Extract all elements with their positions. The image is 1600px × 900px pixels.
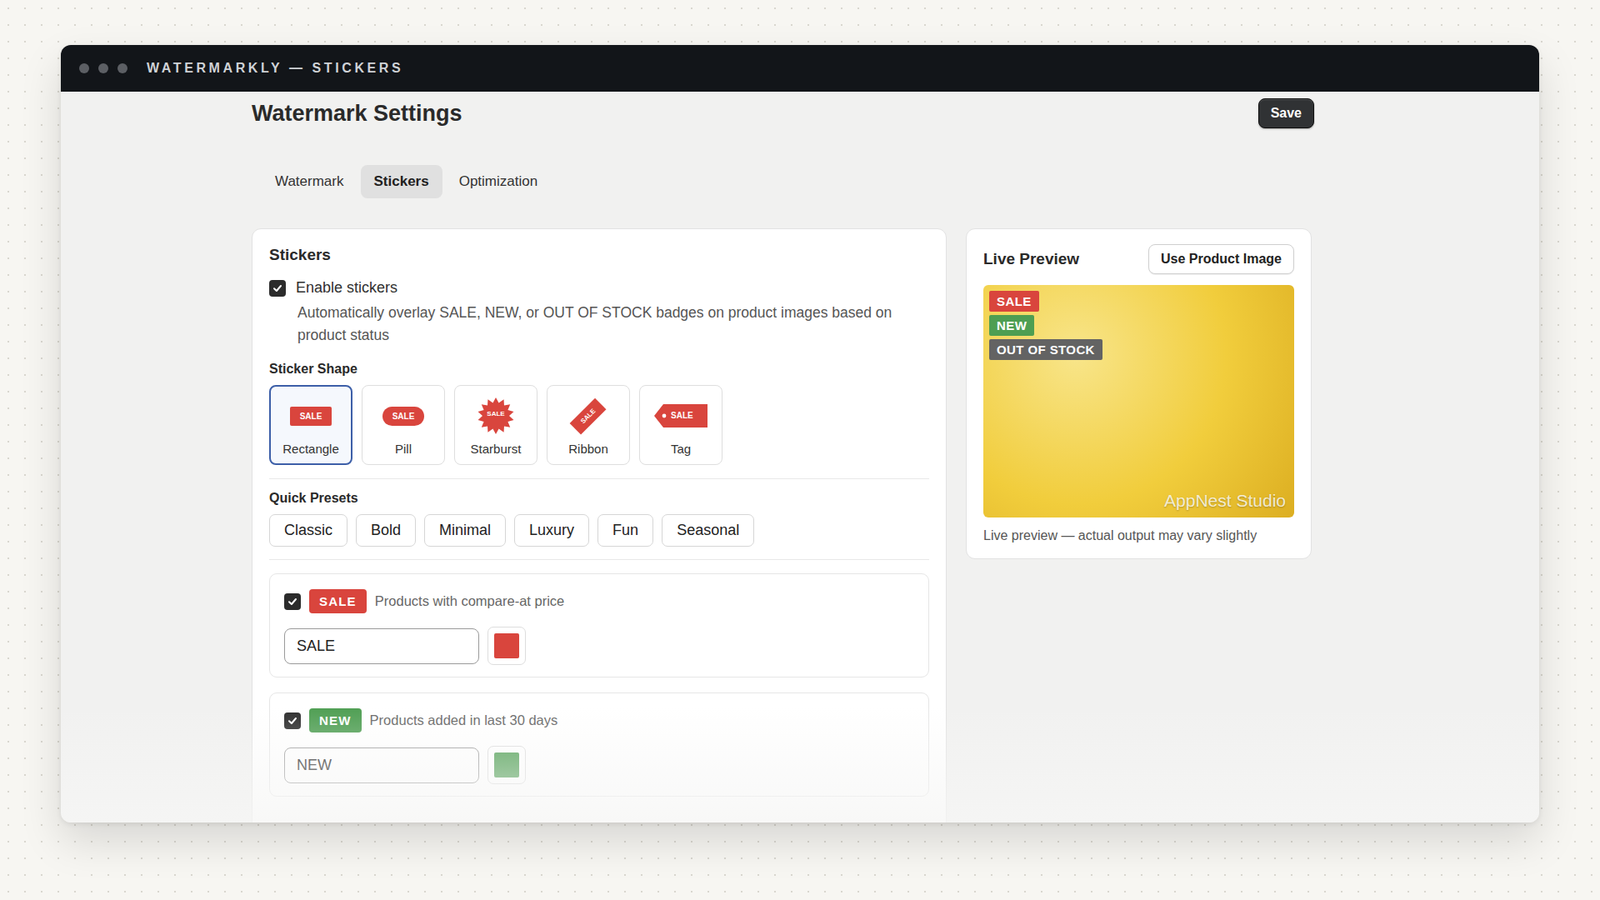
window-title: WATERMARKLY — STICKERS [146, 60, 404, 76]
shape-preview-text: SALE [570, 397, 607, 435]
sticker-text-field[interactable] [284, 747, 480, 784]
starburst-shape: SALE [477, 397, 515, 435]
preset-button[interactable]: Fun [597, 514, 654, 547]
divider [269, 478, 930, 480]
preset-buttons: ClassicBoldMinimalLuxuryFunSeasonal [269, 514, 930, 547]
section-label: Sticker Shape [269, 361, 930, 377]
sticker-rows: SALE Products with compare-at price NEW Pro… [269, 573, 930, 797]
preview-image: SALE NEW OUT OF STOCK AppNest Studio [983, 285, 1295, 518]
save-button[interactable]: Save [1258, 98, 1315, 129]
sticker-row-header: SALE Products with compare-at price [284, 589, 915, 614]
preview-caption: Live preview — actual output may vary sl… [983, 528, 1295, 544]
shape-option[interactable]: SALE Rectangle [269, 385, 353, 465]
preview-header: Live Preview Use Product Image [983, 244, 1295, 275]
shape-preview-text: SALE [382, 406, 425, 426]
shape-option[interactable]: SALE Pill [361, 385, 445, 465]
sticker-rule: Products added in last 30 days [370, 712, 559, 729]
check-icon [286, 595, 299, 608]
sticker-rule: Products with compare-at price [375, 593, 565, 610]
shape-option[interactable]: SALE Starburst [454, 385, 538, 465]
divider [269, 559, 930, 560]
shape-label[interactable]: Starburst [470, 441, 522, 456]
shape-label[interactable]: Tag [670, 441, 691, 456]
shape-label[interactable]: Rectangle [282, 441, 340, 456]
preview-badge: NEW [989, 315, 1035, 336]
page-header: Watermark Settings Save [251, 95, 1315, 132]
preview-badges: SALE NEW OUT OF STOCK [989, 290, 1103, 360]
settings-container: Watermark SettingsSaveWatermarkStickersO… [60, 91, 1315, 823]
preview-badge: OUT OF STOCK [989, 339, 1103, 360]
color-picker[interactable] [487, 626, 526, 665]
shape-preview-text: SALE [290, 406, 333, 426]
sticker-checkbox[interactable] [284, 712, 301, 730]
shape-option[interactable]: SALE Tag [639, 385, 723, 465]
tag-shape: SALE [654, 404, 708, 428]
enable-label[interactable]: Enable stickers [295, 279, 398, 297]
app-window: WATERMARKLY — STICKERS Watermark Settings… [60, 45, 1540, 823]
sticker-inputs [284, 745, 915, 785]
sticker-badge: NEW [309, 708, 362, 733]
stickers-card: Stickers Enable stickers Automatically ove… [251, 228, 947, 823]
check-icon [286, 715, 299, 727]
cards-row: Stickers Enable stickers Automatically ove… [251, 228, 1315, 823]
preview-badge: SALE [989, 290, 1040, 312]
enable-checkbox[interactable] [269, 280, 286, 297]
color-swatch [494, 752, 520, 778]
tab[interactable]: Stickers [360, 165, 443, 199]
window-control-dot[interactable] [117, 63, 128, 74]
sticker-row: NEW Products added in last 30 days [269, 692, 930, 797]
section-label: Quick Presets [269, 490, 930, 506]
content-area: Watermark SettingsSaveWatermarkStickersO… [60, 91, 1540, 823]
tab[interactable]: Optimization [445, 165, 551, 199]
sticker-text-field[interactable] [284, 628, 480, 665]
preset-button[interactable]: Seasonal [661, 514, 755, 547]
page-title: Watermark Settings [251, 100, 463, 127]
pill-shape-icon: SALE [382, 397, 425, 435]
preset-button[interactable]: Luxury [514, 514, 590, 547]
rectangle-shape-icon: SALE [290, 397, 333, 435]
sticker-row: SALE Products with compare-at price [269, 573, 930, 678]
color-swatch [494, 633, 520, 659]
tab[interactable]: Watermark [261, 165, 358, 199]
enable-stickers-row[interactable]: Enable stickers [269, 279, 930, 297]
scroll-fade [60, 705, 1540, 823]
preset-button[interactable]: Minimal [424, 514, 506, 547]
sticker-checkbox[interactable] [284, 593, 301, 610]
window-control-dot[interactable] [98, 63, 109, 74]
shape-preview-text: SALE [670, 410, 694, 420]
ribbon-shape-icon: SALE [570, 397, 606, 435]
card-title: Stickers [269, 245, 930, 265]
shape-options: SALE Rectangle SALE Pill SALE Starburst SALE Ri… [269, 385, 930, 465]
shape-label[interactable]: Ribbon [568, 441, 609, 456]
sticker-row-header: NEW Products added in last 30 days [284, 708, 915, 733]
window-control-dot[interactable] [79, 63, 90, 74]
starburst-shape-icon: SALE [477, 397, 515, 435]
shape-option[interactable]: SALE Ribbon [546, 385, 630, 465]
sticker-inputs [284, 626, 915, 665]
shape-label[interactable]: Pill [395, 441, 412, 456]
watermark-text: AppNest Studio [1164, 490, 1286, 511]
check-icon [271, 282, 284, 295]
live-preview-card: Live Preview Use Product Image SALE NEW OUT … [965, 228, 1312, 560]
enable-description: Automatically overlay SALE, NEW, or OUT … [297, 301, 930, 347]
card-title: Live Preview [983, 250, 1080, 269]
use-product-image-button[interactable]: Use Product Image [1148, 244, 1295, 275]
preset-button[interactable]: Classic [269, 514, 348, 547]
title-bar: WATERMARKLY — STICKERS [60, 45, 1540, 92]
tag-shape-icon: SALE [654, 397, 708, 435]
shape-preview-text: SALE [477, 410, 515, 418]
tab-bar: WatermarkStickersOptimization [251, 165, 1315, 199]
preset-button[interactable]: Bold [355, 514, 416, 547]
color-picker[interactable] [487, 745, 526, 785]
sticker-badge: SALE [309, 589, 367, 614]
